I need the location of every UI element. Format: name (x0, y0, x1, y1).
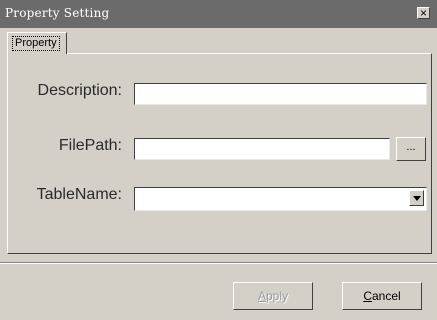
footer-separator (0, 262, 437, 264)
apply-mnemonic: A (257, 289, 266, 303)
tab-property-label: Property (12, 36, 60, 51)
apply-button[interactable]: Apply (233, 282, 313, 310)
cancel-button[interactable]: Cancel (342, 282, 422, 310)
window-title: Property Setting (5, 6, 110, 20)
apply-label: pply (266, 289, 289, 303)
cancel-mnemonic: C (363, 289, 372, 303)
property-setting-dialog: Property Setting × Property Description:… (0, 0, 437, 320)
title-bar[interactable]: Property Setting × (0, 0, 437, 28)
close-button[interactable]: × (417, 6, 430, 20)
tab-property[interactable]: Property (7, 32, 67, 54)
cancel-label: ancel (371, 289, 401, 303)
tab-panel-property (7, 53, 432, 254)
close-icon: × (419, 6, 427, 20)
